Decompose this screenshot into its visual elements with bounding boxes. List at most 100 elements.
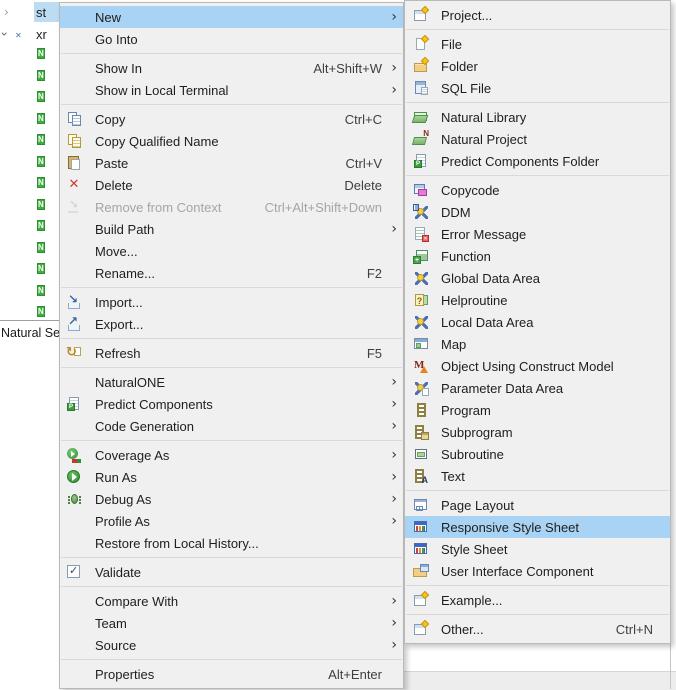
menu-item-validate[interactable]: Validate bbox=[60, 561, 403, 583]
tree-item-natural-object[interactable] bbox=[37, 152, 57, 172]
menu-item-responsive-style-sheet[interactable]: Responsive Style Sheet bbox=[405, 516, 670, 538]
menu-item-object-using-construct-model[interactable]: Object Using Construct Model bbox=[405, 355, 670, 377]
menu-item-file[interactable]: File bbox=[405, 33, 670, 55]
tree-item-natural-object[interactable] bbox=[37, 44, 57, 64]
icon-placeholder bbox=[66, 60, 82, 76]
menu-item-team[interactable]: Team› bbox=[60, 612, 403, 634]
copy-icon bbox=[66, 111, 82, 127]
menu-item-project[interactable]: Project... bbox=[405, 4, 670, 26]
menu-item-copycode[interactable]: Copycode bbox=[405, 179, 670, 201]
menu-item-style-sheet[interactable]: Style Sheet bbox=[405, 538, 670, 560]
menu-item-shortcut: Ctrl+N bbox=[598, 622, 653, 637]
menu-item-new[interactable]: New› bbox=[60, 6, 403, 28]
menu-separator bbox=[61, 367, 402, 368]
tree-item-natural-object[interactable] bbox=[37, 66, 57, 86]
tree-item-natural-object[interactable] bbox=[37, 195, 57, 215]
menu-item-error-message[interactable]: Error Message bbox=[405, 223, 670, 245]
helproutine-icon bbox=[413, 292, 429, 308]
submenu-arrow-icon: › bbox=[386, 612, 397, 634]
menu-item-natural-library[interactable]: Natural Library bbox=[405, 106, 670, 128]
menu-item-copy[interactable]: CopyCtrl+C bbox=[60, 108, 403, 130]
menu-item-debug-as[interactable]: Debug As› bbox=[60, 488, 403, 510]
tree-item-natural-object[interactable] bbox=[37, 302, 57, 321]
menu-item-label: Subprogram bbox=[441, 425, 513, 440]
menu-item-coverage-as[interactable]: Coverage As› bbox=[60, 444, 403, 466]
submenu-arrow-icon: › bbox=[386, 79, 397, 101]
menu-item-user-interface-component[interactable]: User Interface Component bbox=[405, 560, 670, 582]
menu-item-predict-components-folder[interactable]: Predict Components Folder bbox=[405, 150, 670, 172]
menu-item-source[interactable]: Source› bbox=[60, 634, 403, 656]
submenu-arrow-icon: › bbox=[386, 510, 397, 532]
menu-item-rename[interactable]: Rename...F2 bbox=[60, 262, 403, 284]
tree-item-natural-object[interactable] bbox=[37, 238, 57, 258]
refresh-icon bbox=[66, 345, 82, 361]
natural-object-icon bbox=[37, 216, 53, 231]
menu-item-function[interactable]: Function bbox=[405, 245, 670, 267]
menu-item-parameter-data-area[interactable]: Parameter Data Area bbox=[405, 377, 670, 399]
expander-collapsed-icon[interactable]: › bbox=[4, 5, 9, 19]
predict-components-folder-icon bbox=[413, 153, 429, 169]
menu-item-build-path[interactable]: Build Path› bbox=[60, 218, 403, 240]
menu-item-shortcut: Ctrl+C bbox=[327, 112, 382, 127]
expander-expanded-icon[interactable]: › bbox=[0, 32, 11, 37]
menu-item-import[interactable]: Import... bbox=[60, 291, 403, 313]
menu-item-local-data-area[interactable]: Local Data Area bbox=[405, 311, 670, 333]
menu-item-run-as[interactable]: Run As› bbox=[60, 466, 403, 488]
menu-item-code-generation[interactable]: Code Generation› bbox=[60, 415, 403, 437]
menu-item-global-data-area[interactable]: Global Data Area bbox=[405, 267, 670, 289]
menu-item-naturalone[interactable]: NaturalONE› bbox=[60, 371, 403, 393]
menu-item-show-in-local-terminal[interactable]: Show in Local Terminal› bbox=[60, 79, 403, 101]
menu-item-label: Natural Library bbox=[441, 110, 526, 125]
menu-item-subroutine[interactable]: Subroutine bbox=[405, 443, 670, 465]
menu-separator bbox=[61, 338, 402, 339]
menu-item-text[interactable]: Text bbox=[405, 465, 670, 487]
menu-item-restore-from-local-history[interactable]: Restore from Local History... bbox=[60, 532, 403, 554]
tree-item-natural-object[interactable] bbox=[37, 173, 57, 193]
menu-item-go-into[interactable]: Go Into bbox=[60, 28, 403, 50]
menu-item-label: Properties bbox=[95, 667, 154, 682]
menu-item-copy-qualified-name[interactable]: Copy Qualified Name bbox=[60, 130, 403, 152]
menu-item-profile-as[interactable]: Profile As› bbox=[60, 510, 403, 532]
menu-item-helproutine[interactable]: Helproutine bbox=[405, 289, 670, 311]
menu-item-subprogram[interactable]: Subprogram bbox=[405, 421, 670, 443]
menu-item-other[interactable]: Other... Ctrl+N bbox=[405, 618, 670, 640]
natural-library-icon bbox=[413, 109, 429, 125]
tree-item-natural-object[interactable] bbox=[37, 281, 57, 301]
tree-item-natural-object[interactable] bbox=[37, 216, 57, 236]
menu-item-delete[interactable]: DeleteDelete bbox=[60, 174, 403, 196]
menu-item-ddm[interactable]: DDM bbox=[405, 201, 670, 223]
view-tab[interactable]: Natural Ser bbox=[0, 320, 59, 347]
menu-item-predict-components[interactable]: Predict Components› bbox=[60, 393, 403, 415]
menu-item-move[interactable]: Move... bbox=[60, 240, 403, 262]
icon-placeholder bbox=[66, 9, 82, 25]
menu-item-shortcut: Alt+Enter bbox=[310, 667, 382, 682]
submenu-arrow-icon: › bbox=[386, 415, 397, 437]
tree-item-natural-object[interactable] bbox=[37, 109, 57, 129]
tree-item-natural-object[interactable] bbox=[37, 259, 57, 279]
menu-item-label: Other... bbox=[441, 622, 484, 637]
menu-item-label: Predict Components bbox=[95, 397, 213, 412]
menu-item-remove-from-context[interactable]: Remove from ContextCtrl+Alt+Shift+Down bbox=[60, 196, 403, 218]
menu-item-page-layout[interactable]: Page Layout bbox=[405, 494, 670, 516]
tree-item-natural-object[interactable] bbox=[37, 130, 57, 150]
menu-item-refresh[interactable]: RefreshF5 bbox=[60, 342, 403, 364]
menu-item-show-in[interactable]: Show InAlt+Shift+W› bbox=[60, 57, 403, 79]
menu-item-export[interactable]: Export... bbox=[60, 313, 403, 335]
natural-object-icon bbox=[37, 259, 53, 274]
tree-item-st[interactable]: ›st bbox=[0, 2, 62, 23]
menu-item-label: Helproutine bbox=[441, 293, 508, 308]
tree-item-natural-object[interactable] bbox=[37, 87, 57, 107]
menu-item-program[interactable]: Program bbox=[405, 399, 670, 421]
xml-launch-icon bbox=[15, 26, 31, 42]
project-explorer-tree: ›st›xr bbox=[0, 0, 62, 321]
menu-item-folder[interactable]: Folder bbox=[405, 55, 670, 77]
menu-item-example[interactable]: Example... bbox=[405, 589, 670, 611]
menu-item-map[interactable]: Map bbox=[405, 333, 670, 355]
menu-item-paste[interactable]: PasteCtrl+V bbox=[60, 152, 403, 174]
menu-item-properties[interactable]: Properties Alt+Enter bbox=[60, 663, 403, 685]
menu-item-natural-project[interactable]: Natural Project bbox=[405, 128, 670, 150]
tree-item-xr[interactable]: ›xr bbox=[0, 24, 62, 45]
new-other-icon bbox=[413, 621, 429, 637]
menu-item-sql-file[interactable]: SQL File bbox=[405, 77, 670, 99]
menu-item-compare-with[interactable]: Compare With› bbox=[60, 590, 403, 612]
